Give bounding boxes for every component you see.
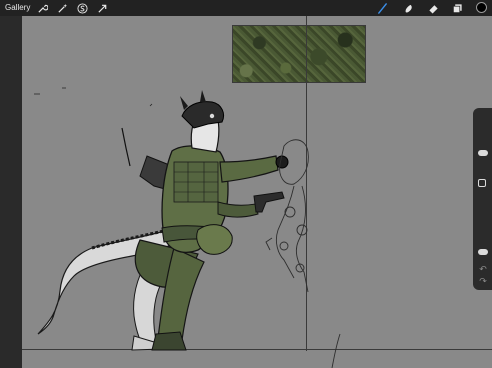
brush-size-slider[interactable] [478,150,488,156]
top-toolbar: Gallery [0,0,492,16]
left-margin [0,16,22,368]
transform-arrow-icon[interactable] [96,2,108,14]
selection-s-icon[interactable] [76,2,88,14]
drawing-canvas[interactable] [22,16,492,368]
wrench-icon[interactable] [36,2,48,14]
square-icon[interactable] [478,179,486,187]
magic-wand-icon[interactable] [56,2,68,14]
color-picker-icon[interactable] [476,2,487,13]
brush-icon[interactable] [376,2,388,14]
gallery-button[interactable]: Gallery [5,3,30,13]
opacity-slider[interactable] [478,249,488,255]
eraser-icon[interactable] [427,2,439,14]
right-sidebar: ↶ ↷ [473,108,492,290]
undo-arrow-icon[interactable]: ↶ [478,264,488,274]
layers-icon[interactable] [451,2,463,14]
redo-arrow-icon[interactable]: ↷ [478,276,488,286]
character-artwork [34,87,341,368]
smudge-icon[interactable] [402,2,414,14]
